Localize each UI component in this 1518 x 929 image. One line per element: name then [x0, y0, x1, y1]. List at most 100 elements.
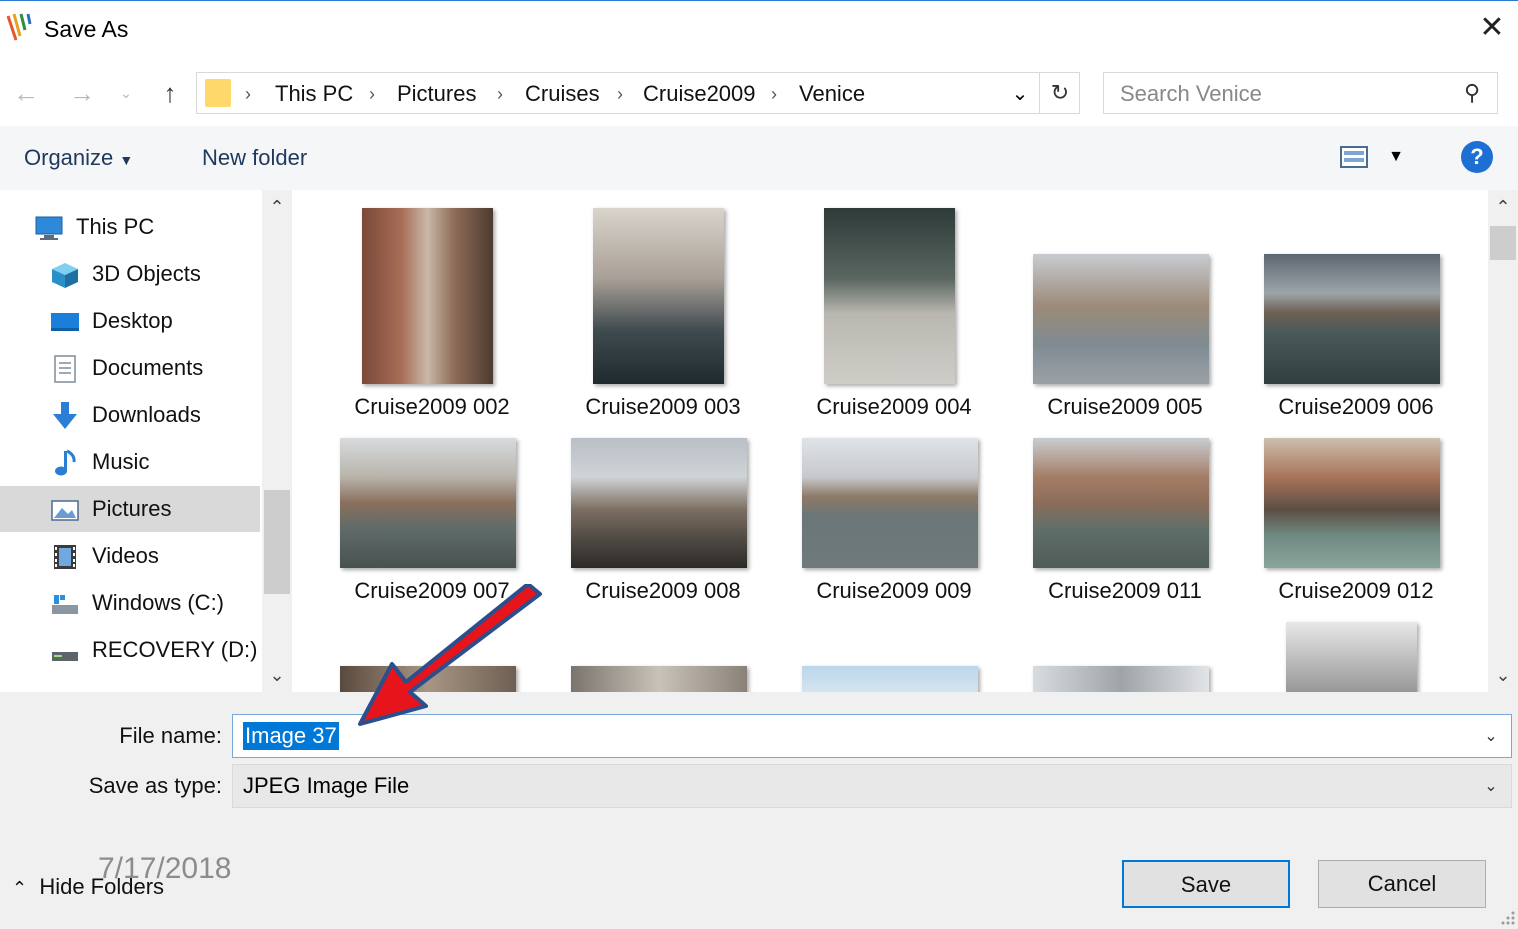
breadcrumb-venice[interactable]: Venice — [799, 79, 865, 109]
save-as-type-value: JPEG Image File — [243, 773, 410, 798]
file-item[interactable]: Cruise2009 003 — [563, 190, 763, 430]
refresh-icon[interactable]: ↻ — [1039, 73, 1080, 113]
window-title: Save As — [44, 16, 129, 42]
file-item[interactable]: Cruise2009 009 — [794, 434, 994, 618]
search-icon[interactable]: ⚲ — [1454, 77, 1490, 109]
file-name: Cruise2009 003 — [585, 394, 741, 419]
forward-arrow-icon[interactable]: → — [64, 76, 100, 110]
help-icon[interactable]: ? — [1461, 141, 1493, 173]
photo-thumbnail — [1264, 438, 1440, 568]
back-arrow-icon[interactable]: ← — [8, 76, 44, 110]
file-list-scrollbar[interactable]: ⌃ ⌄ — [1488, 190, 1518, 692]
file-name-input[interactable]: Image 37 — [243, 722, 339, 750]
address-bar[interactable]: › This PC › Pictures › Cruises › Cruise2… — [196, 72, 1080, 114]
file-name: Cruise2009 008 — [585, 578, 741, 603]
save-as-type-select[interactable]: JPEG Image File ⌄ — [232, 764, 1512, 808]
file-item[interactable]: Cruise2009 012 — [1256, 434, 1456, 618]
nav-item-label: Documents — [92, 355, 204, 380]
nav-item-label: 3D Objects — [92, 261, 201, 286]
nav-item-recovery-d[interactable]: RECOVERY (D:) — [0, 627, 260, 673]
nav-item-pictures[interactable]: Pictures — [0, 486, 260, 532]
file-name-dropdown-chevron-icon[interactable]: ⌄ — [1477, 723, 1505, 751]
nav-item-desktop[interactable]: Desktop — [0, 298, 260, 344]
organize-button[interactable]: Organize ▼ — [24, 143, 133, 173]
app-logo-icon — [6, 13, 32, 41]
breadcrumb-separator-icon[interactable]: › — [617, 79, 623, 109]
nav-item-downloads[interactable]: Downloads — [0, 392, 260, 438]
nav-item-label: Pictures — [92, 496, 172, 521]
photo-thumbnail — [1033, 438, 1209, 568]
file-item[interactable]: Cruise2009 005 — [1025, 190, 1225, 430]
file-name: Cruise2009 009 — [816, 578, 972, 603]
up-arrow-icon[interactable]: ↑ — [152, 76, 188, 110]
file-item[interactable]: Cruise2009 004 — [794, 190, 994, 430]
navigation-pane[interactable]: This PC 3D Objects Desktop Documents Dow… — [0, 190, 262, 692]
scrollbar-thumb[interactable] — [264, 490, 290, 594]
recent-locations-chevron-icon[interactable]: ⌄ — [112, 76, 140, 110]
pictures-icon — [51, 500, 79, 521]
photo-thumbnail — [593, 208, 724, 384]
save-button[interactable]: Save — [1122, 860, 1290, 908]
file-name: Cruise2009 006 — [1278, 394, 1434, 419]
breadcrumb-separator-icon[interactable]: › — [369, 79, 375, 109]
file-name: Cruise2009 002 — [354, 394, 510, 419]
photo-thumbnail — [340, 438, 516, 568]
folder-icon — [205, 79, 231, 107]
nav-item-music[interactable]: Music — [0, 439, 260, 485]
close-icon[interactable]: ✕ — [1476, 12, 1508, 44]
file-name: Cruise2009 004 — [816, 394, 972, 419]
chevron-up-icon: ⌃ — [12, 878, 28, 898]
file-item[interactable]: Cruise2009 006 — [1256, 190, 1456, 430]
breadcrumb-pictures[interactable]: Pictures — [397, 79, 476, 109]
scroll-down-icon[interactable]: ⌄ — [1490, 662, 1516, 688]
photo-thumbnail[interactable] — [802, 666, 978, 692]
breadcrumb-separator-icon[interactable]: › — [497, 79, 503, 109]
cancel-button[interactable]: Cancel — [1318, 860, 1486, 908]
breadcrumb-cruises[interactable]: Cruises — [525, 79, 600, 109]
photo-thumbnail[interactable] — [1033, 666, 1209, 692]
document-icon — [54, 355, 76, 383]
photo-thumbnail — [824, 208, 955, 384]
nav-item-label: Downloads — [92, 402, 201, 427]
resize-grip-icon[interactable] — [1498, 908, 1516, 926]
search-input[interactable] — [1104, 73, 1462, 115]
nav-item-this-pc[interactable]: This PC — [0, 204, 260, 250]
nav-item-documents[interactable]: Documents — [0, 345, 260, 391]
nav-item-3d-objects[interactable]: 3D Objects — [0, 251, 260, 297]
photo-thumbnail[interactable] — [1286, 622, 1417, 692]
photo-thumbnail — [1264, 254, 1440, 384]
change-view-icon[interactable] — [1338, 142, 1372, 172]
download-arrow-icon — [53, 402, 77, 429]
nav-item-windows-c[interactable]: Windows (C:) — [0, 580, 260, 626]
save-as-type-dropdown-chevron-icon[interactable]: ⌄ — [1477, 773, 1505, 801]
breadcrumb-this-pc[interactable]: This PC — [275, 79, 353, 109]
new-folder-button[interactable]: New folder — [202, 143, 307, 173]
file-item[interactable]: Cruise2009 008 — [563, 434, 763, 618]
organize-label: Organize — [24, 145, 114, 170]
file-item[interactable]: Cruise2009 011 — [1025, 434, 1225, 618]
scroll-down-icon[interactable]: ⌄ — [264, 662, 290, 688]
search-box[interactable]: ⚲ — [1103, 72, 1498, 115]
photo-thumbnail[interactable] — [571, 666, 747, 692]
scrollbar-thumb[interactable] — [1490, 226, 1516, 260]
red-pointer-arrow — [358, 584, 542, 726]
breadcrumb-separator-icon[interactable]: › — [245, 79, 251, 109]
navigation-pane-scrollbar[interactable]: ⌃ ⌄ — [262, 190, 292, 692]
breadcrumb-separator-icon[interactable]: › — [771, 79, 777, 109]
file-name: Cruise2009 005 — [1047, 394, 1203, 419]
title-bar — [0, 0, 1518, 63]
nav-item-label: This PC — [76, 214, 155, 239]
slide-date-watermark: 7/17/2018 — [98, 852, 232, 885]
scroll-up-icon[interactable]: ⌃ — [1490, 194, 1516, 220]
nav-item-videos[interactable]: Videos — [0, 533, 260, 579]
cube-icon — [52, 263, 78, 288]
breadcrumb-cruise2009[interactable]: Cruise2009 — [643, 79, 756, 109]
photo-thumbnail — [802, 438, 978, 568]
music-note-icon — [55, 449, 76, 476]
computer-icon — [35, 216, 63, 240]
view-options-dropdown-icon[interactable]: ▼ — [1384, 142, 1408, 172]
file-item[interactable]: Cruise2009 002 — [332, 190, 532, 430]
scroll-up-icon[interactable]: ⌃ — [264, 194, 290, 220]
address-dropdown-chevron-icon[interactable]: ⌄ — [1003, 79, 1037, 109]
file-name-label: File name: — [119, 723, 222, 748]
